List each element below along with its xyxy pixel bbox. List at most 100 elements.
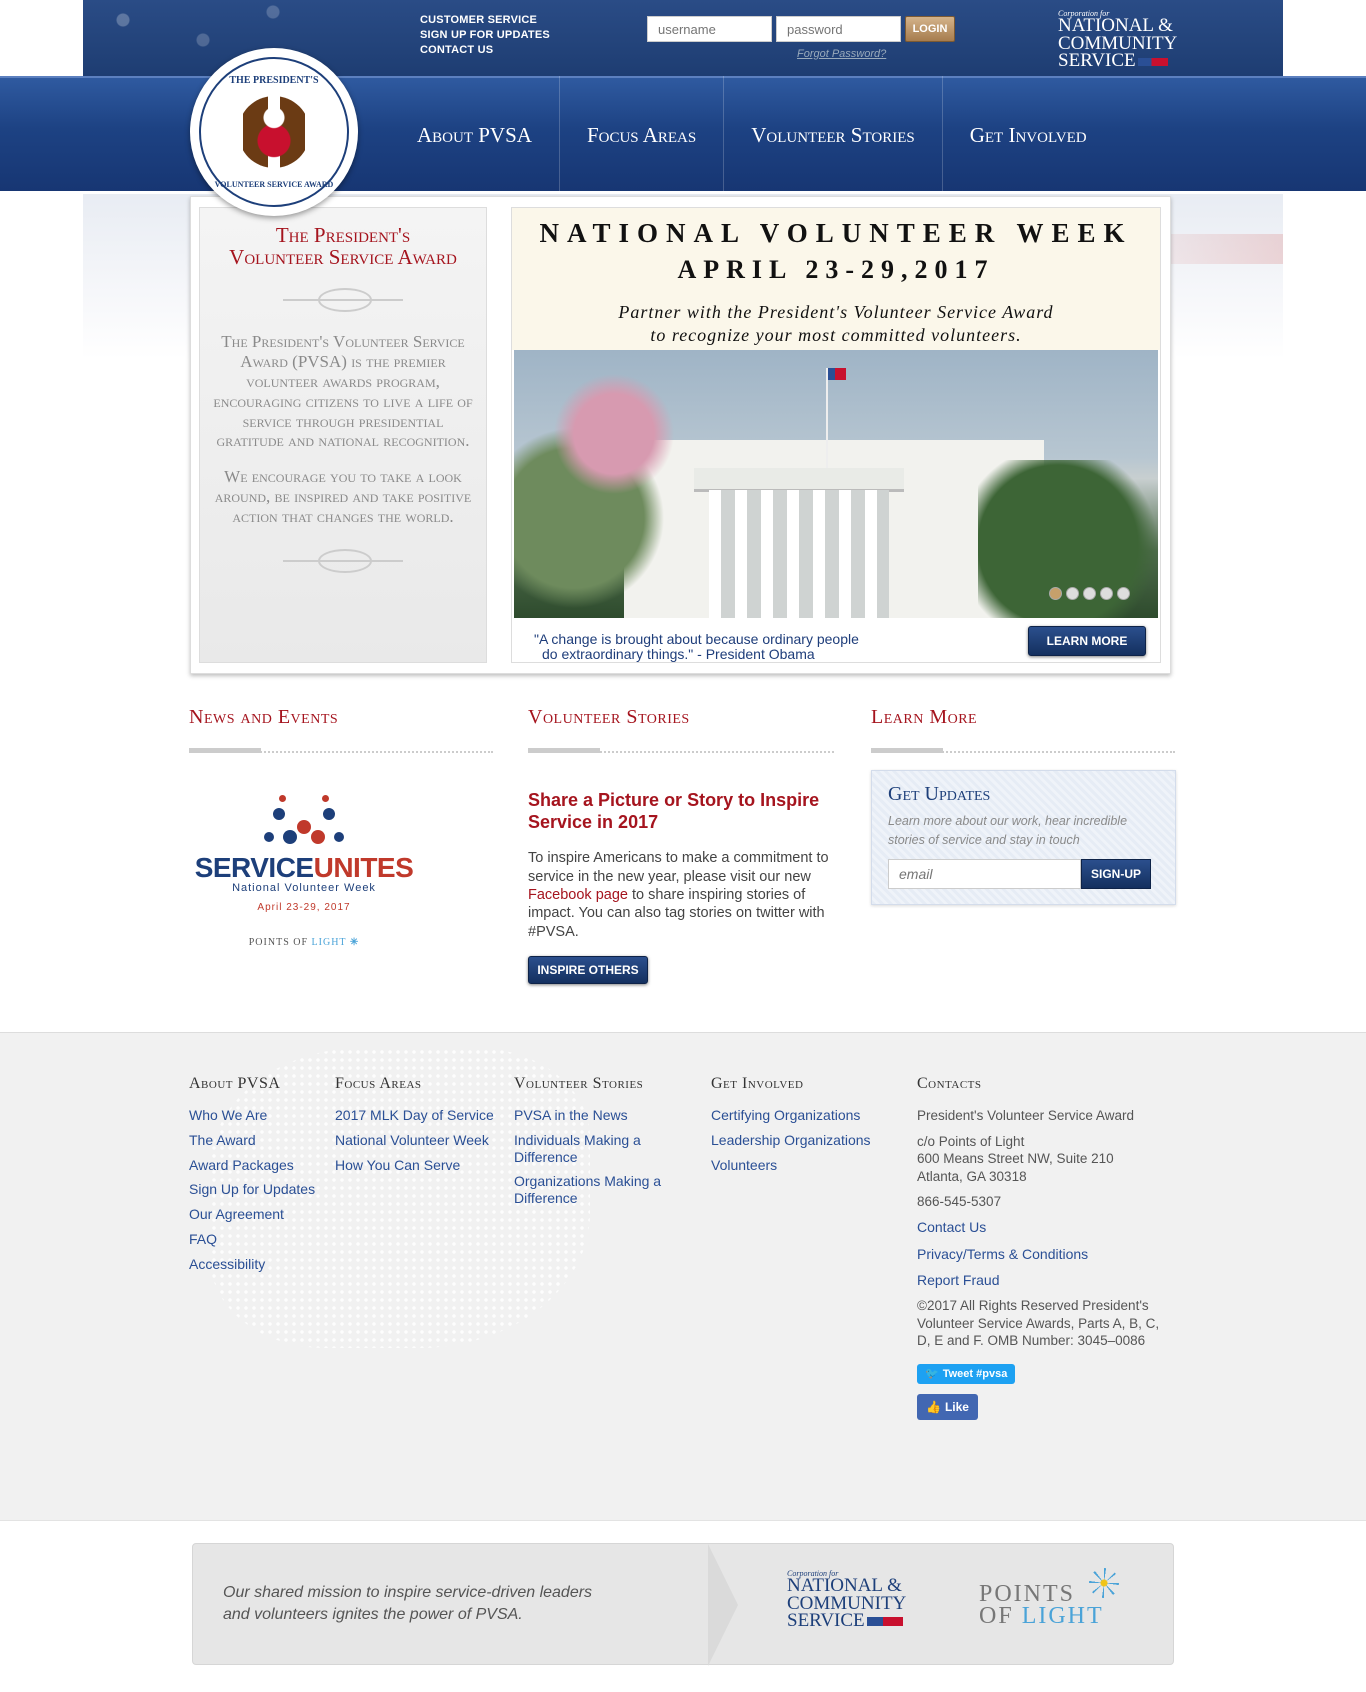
footer-link-privacy[interactable]: Privacy/Terms & Conditions <box>917 1246 1177 1263</box>
white-house-photo[interactable] <box>514 350 1158 618</box>
footer-link-pvsa-news[interactable]: PVSA in the News <box>514 1107 679 1124</box>
learn-more-button[interactable]: LEARN MORE <box>1028 626 1146 656</box>
service-unites-logo[interactable]: SERVICEUNITES National Volunteer Week Ap… <box>189 790 419 948</box>
inspire-others-button[interactable]: INSPIRE OTHERS <box>528 956 648 984</box>
signup-row: SIGN-UP <box>888 858 1159 889</box>
points-of-light-logo[interactable]: POINTS OF LIGHT <box>979 1582 1104 1629</box>
footer-link-who-we-are[interactable]: Who We Are <box>189 1107 315 1124</box>
learn-more-heading: Learn More <box>871 706 978 728</box>
footer-link-contact-us[interactable]: Contact Us <box>917 1219 1177 1236</box>
contact-address-line1: c/o Points of Light <box>917 1133 1025 1149</box>
footer-col-involved: Get Involved Certifying Organizations Le… <box>711 1075 891 1181</box>
intro-title-line2: Volunteer Service Award <box>229 245 457 270</box>
facebook-like-button[interactable]: 👍 Like <box>917 1393 978 1420</box>
tweet-button[interactable]: 🐦 Tweet #pvsa <box>917 1363 1016 1384</box>
intro-title-line1: The President's <box>275 223 411 247</box>
facebook-page-link[interactable]: Facebook page <box>528 887 628 903</box>
footer-col-about: About PVSA Who We Are The Award Award Pa… <box>189 1075 315 1281</box>
nav-item-get-involved[interactable]: Get Involved <box>943 76 1114 194</box>
pvsa-seal-logo[interactable]: THE PRESIDENT'S VOLUNTEER SERVICE AWARD <box>190 48 358 216</box>
story-heading[interactable]: Share a Picture or Story to Inspire Serv… <box>528 790 838 833</box>
flourish-icon <box>273 282 413 318</box>
seal-ring: THE PRESIDENT'S VOLUNTEER SERVICE AWARD <box>199 57 349 207</box>
slider-dots <box>1049 587 1130 600</box>
partners-band: Our shared mission to inspire service-dr… <box>0 1520 1366 1692</box>
promo-title: NATIONAL VOLUNTEER WEEK <box>539 218 1133 248</box>
mission-line1: Our shared mission to inspire service-dr… <box>223 1584 593 1601</box>
slider-dot-3[interactable] <box>1083 587 1096 600</box>
footer-link-national-volunteer-week[interactable]: National Volunteer Week <box>335 1132 505 1149</box>
footer-link-report-fraud[interactable]: Report Fraud <box>917 1272 1177 1289</box>
login-form: LOGIN <box>647 16 955 42</box>
sign-up-button[interactable]: SIGN-UP <box>1081 858 1151 889</box>
story-feature: Share a Picture or Story to Inspire Serv… <box>528 790 838 941</box>
sparkle-icon: ✳ <box>349 937 360 948</box>
sign-up-updates-link[interactable]: SIGN UP FOR UPDATES <box>420 29 550 41</box>
footer-link-award-packages[interactable]: Award Packages <box>189 1157 315 1174</box>
email-input[interactable] <box>888 858 1081 889</box>
nav-item-focus-areas[interactable]: Focus Areas <box>560 76 725 194</box>
news-events-heading: News and Events <box>189 706 339 728</box>
footer-link-individuals[interactable]: Individuals Making a Difference <box>514 1132 679 1166</box>
slider-dot-5[interactable] <box>1117 587 1130 600</box>
username-input[interactable] <box>647 16 772 42</box>
cncs-footer-logo[interactable]: Corporation for NATIONAL & COMMUNITY SER… <box>787 1569 906 1630</box>
forgot-password-link[interactable]: Forgot Password? <box>797 48 886 60</box>
footer-link-how-you-can-serve[interactable]: How You Can Serve <box>335 1157 505 1174</box>
contact-us-link[interactable]: CONTACT US <box>420 44 550 56</box>
white-house-roof <box>694 468 904 492</box>
footer-link-faq[interactable]: FAQ <box>189 1231 315 1248</box>
footer-link-our-agreement[interactable]: Our Agreement <box>189 1206 315 1223</box>
promo-dates: APRIL 23-29,2017 <box>677 255 995 284</box>
cncs-logo[interactable]: Corporation for NATIONAL & COMMUNITY SER… <box>1058 9 1177 72</box>
footer-col-contacts: Contacts President's Volunteer Service A… <box>917 1075 1177 1420</box>
login-button[interactable]: LOGIN <box>905 16 955 42</box>
promo-subtitle: Partner with the President's Volunteer S… <box>512 301 1160 348</box>
seal-top-text: THE PRESIDENT'S <box>229 75 319 86</box>
get-updates-box: Get Updates Learn more about our work, h… <box>871 770 1176 905</box>
footer-link-leadership-orgs[interactable]: Leadership Organizations <box>711 1132 891 1149</box>
intro-title: The President's Volunteer Service Award <box>200 224 486 268</box>
promo-slider: NATIONAL VOLUNTEER WEEK APRIL 23-29,2017… <box>511 207 1161 663</box>
footer-link-sign-up[interactable]: Sign Up for Updates <box>189 1181 315 1198</box>
footer-col-focus: Focus Areas 2017 MLK Day of Service Nati… <box>335 1075 505 1181</box>
section-divider <box>871 748 1175 753</box>
pol-logo-line2b: LIGHT <box>1021 1602 1104 1629</box>
footer-link-certifying-orgs[interactable]: Certifying Organizations <box>711 1107 891 1124</box>
contact-org: President's Volunteer Service Award <box>917 1108 1134 1123</box>
learn-more-section: Learn More <box>871 706 977 729</box>
nav-item-about-pvsa[interactable]: About PVSA <box>390 76 560 194</box>
tweet-label: Tweet #pvsa <box>942 1367 1008 1380</box>
footer-link-mlk-day[interactable]: 2017 MLK Day of Service <box>335 1107 505 1124</box>
cncs-logo-line4: SERVICE <box>1058 50 1136 72</box>
intro-box: The President's Volunteer Service Award … <box>199 207 487 663</box>
slider-dot-2[interactable] <box>1066 587 1079 600</box>
white-house-portico <box>709 490 889 618</box>
section-divider <box>189 748 493 753</box>
password-input[interactable] <box>776 16 901 42</box>
tree-left <box>514 350 694 618</box>
arrow-divider-icon <box>708 1544 738 1666</box>
nav-items: About PVSA Focus Areas Volunteer Stories… <box>390 76 1114 194</box>
nav-item-volunteer-stories[interactable]: Volunteer Stories <box>724 76 943 194</box>
footer-link-the-award[interactable]: The Award <box>189 1132 315 1149</box>
promo-header: NATIONAL VOLUNTEER WEEK APRIL 23-29,2017… <box>512 208 1160 350</box>
unites-word: UNITES <box>313 852 414 883</box>
footer-link-organizations[interactable]: Organizations Making a Difference <box>514 1173 679 1207</box>
copyright-text: ©2017 All Rights Reserved President's Vo… <box>917 1298 1160 1349</box>
footer-stories-title: Volunteer Stories <box>514 1075 644 1092</box>
footer-link-accessibility[interactable]: Accessibility <box>189 1256 315 1273</box>
hero-panel: The President's Volunteer Service Award … <box>190 196 1171 674</box>
slider-dot-1[interactable] <box>1049 587 1062 600</box>
mission-box: Our shared mission to inspire service-dr… <box>192 1543 1174 1666</box>
customer-service-link[interactable]: CUSTOMER SERVICE <box>420 14 550 26</box>
section-divider <box>528 748 834 753</box>
eagle-icon <box>238 96 310 168</box>
promo-subtitle-line1: Partner with the President's Volunteer S… <box>618 302 1054 322</box>
story-text: To inspire Americans to make a commitmen… <box>528 849 838 941</box>
volunteer-stories-heading: Volunteer Stories <box>528 706 690 728</box>
footer-link-volunteers[interactable]: Volunteers <box>711 1157 891 1174</box>
slider-dot-4[interactable] <box>1100 587 1113 600</box>
twitter-bird-icon: 🐦 <box>925 1368 939 1381</box>
pol-text-2: LIGHT <box>311 937 347 948</box>
